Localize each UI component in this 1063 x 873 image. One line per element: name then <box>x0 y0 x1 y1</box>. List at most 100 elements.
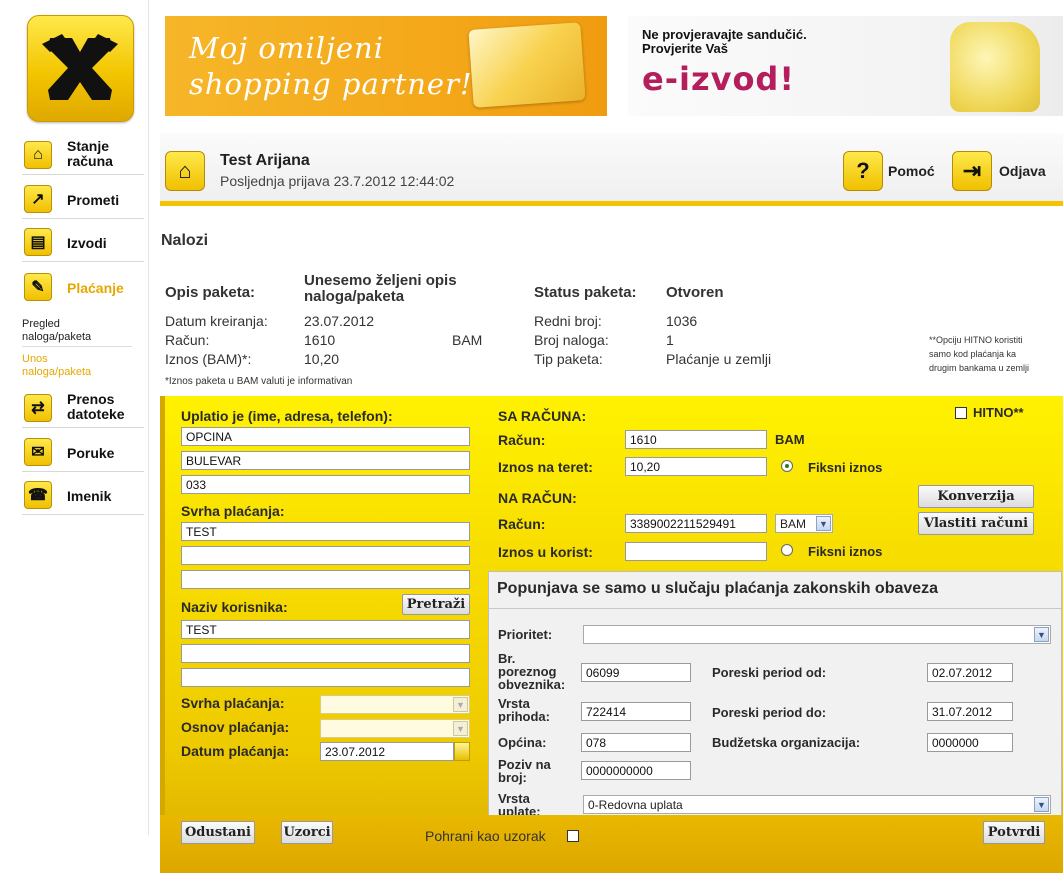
sub-line: naloga/paketa <box>22 331 92 343</box>
sidebar-label-prenos: Prenos datoteke <box>67 392 125 422</box>
pretrazi-button[interactable]: Pretraži <box>402 594 470 615</box>
osnov-label: Osnov plaćanja: <box>181 719 290 735</box>
prioritet-label: Prioritet: <box>498 627 553 642</box>
calendar-icon[interactable] <box>454 742 470 761</box>
help-link[interactable]: Pomoć <box>888 163 935 179</box>
logout-icon[interactable]: ⇥ <box>952 151 992 191</box>
eizvod-banner[interactable]: Ne provjeravajte sandučić. Provjerite Va… <box>628 16 1063 116</box>
iznos-label: Iznos (BAM)*: <box>165 351 252 367</box>
iznos-korist-input[interactable] <box>625 542 767 561</box>
opis-line: Unesemo željeni opis <box>304 272 457 289</box>
svrha-line-1[interactable]: TEST <box>181 522 470 541</box>
porezni-label: Br. poreznog obveznika: <box>498 652 565 691</box>
sidebar-label-placanje: Plaćanje <box>67 280 124 296</box>
period-od-input[interactable]: 02.07.2012 <box>927 663 1013 682</box>
form-left-border <box>160 396 165 816</box>
vrsta-uplate-select[interactable]: 0-Redovna uplata ▼ <box>583 795 1051 814</box>
opcina-input[interactable]: 078 <box>581 733 691 752</box>
hitno-note: **Opciju HITNO koristiti samo kod plaćan… <box>929 333 1029 375</box>
period-do-input[interactable]: 31.07.2012 <box>927 702 1013 721</box>
iznos-value: 10,20 <box>304 351 340 367</box>
uzorci-button[interactable]: Uzorci <box>281 821 333 844</box>
chevron-down-icon: ▼ <box>1034 797 1049 812</box>
sidebar-item-prenos[interactable]: ⇄ Prenos datoteke <box>22 390 144 428</box>
racun-na-label: Račun: <box>498 516 546 532</box>
opis-label: Opis paketa: <box>165 284 256 301</box>
sidebar-sub-unos[interactable]: Unos naloga/paketa <box>22 353 132 379</box>
sidebar-sub-pregled[interactable]: Pregled naloga/paketa <box>22 318 132 344</box>
transfer-icon: ⇄ <box>24 394 52 422</box>
home-icon[interactable]: ⌂ <box>165 151 205 191</box>
opis-line: naloga/paketa <box>304 288 405 305</box>
sidebar-divider <box>148 0 149 835</box>
sidebar-item-izvodi[interactable]: ▤ Izvodi <box>22 224 144 262</box>
poziv-input[interactable]: 0000000000 <box>581 761 691 780</box>
porezni-input[interactable]: 06099 <box>581 663 691 682</box>
home-icon: ⌂ <box>24 141 52 169</box>
document-icon: ▤ <box>24 228 52 256</box>
vrsta-prihoda-input[interactable]: 722414 <box>581 702 691 721</box>
banner-text-2: shopping partner! <box>189 67 473 101</box>
opis-value: Unesemo željeni opis naloga/paketa <box>304 273 457 305</box>
sidebar-item-stanje[interactable]: ⌂ Stanje računa <box>22 137 144 175</box>
addressbook-icon: ☎ <box>24 481 52 509</box>
banner2-text-1: Ne provjeravajte sandučić. <box>642 27 807 42</box>
sidebar-label-izvodi: Izvodi <box>67 235 107 251</box>
tip-label: Tip paketa: <box>534 351 603 367</box>
hitno-label: HITNO** <box>973 405 1024 420</box>
iznos-teret-label: Iznos na teret: <box>498 459 593 475</box>
naziv-line-1[interactable]: TEST <box>181 620 470 639</box>
sub-line: Unos <box>22 353 48 365</box>
datum-placanja-input[interactable]: 23.07.2012 <box>320 742 454 761</box>
racun-sa-input[interactable]: 1610 <box>625 430 767 449</box>
sidebar-label-stanje: Stanje računa <box>67 139 113 169</box>
pohrani-checkbox[interactable] <box>567 830 579 842</box>
svrha-line-2[interactable] <box>181 546 470 565</box>
uplatio-line-1[interactable]: OPCINA <box>181 427 470 446</box>
fiksni-iznos-radio-2[interactable] <box>781 544 793 556</box>
budzetska-input[interactable]: 0000000 <box>927 733 1013 752</box>
shopping-banner[interactable]: Moj omiljeni shopping partner! <box>165 16 607 116</box>
label-line: prihoda: <box>498 709 550 724</box>
osnov-select[interactable]: ▼ <box>320 719 470 738</box>
konverzija-button[interactable]: Konverzija <box>918 485 1034 508</box>
uplatio-line-2[interactable]: BULEVAR <box>181 451 470 470</box>
payment-icon: ✎ <box>24 273 52 301</box>
hitno-checkbox[interactable] <box>955 407 967 419</box>
chart-arrow-icon: ↗ <box>24 185 52 213</box>
naziv-line-3[interactable] <box>181 668 470 687</box>
racun-sa-label: Račun: <box>498 432 546 448</box>
fiksni-iznos-label-2: Fiksni iznos <box>808 544 883 559</box>
redni-value: 1036 <box>666 313 698 329</box>
vlastiti-racuni-button[interactable]: Vlastiti računi <box>918 512 1034 535</box>
logo-cross-icon <box>42 34 118 100</box>
potvrdi-button[interactable]: Potvrdi <box>983 821 1045 844</box>
sidebar-item-placanje[interactable]: ✎ Plaćanje <box>22 269 144 306</box>
banner2-headline: e-izvod! <box>642 60 795 98</box>
svrha-line-3[interactable] <box>181 570 470 589</box>
sidebar-label-poruke: Poruke <box>67 445 115 461</box>
uplatio-line-3[interactable]: 033 <box>181 475 470 494</box>
odustani-button[interactable]: Odustani <box>181 821 255 844</box>
help-icon[interactable]: ? <box>843 151 883 191</box>
opcina-label: Općina: <box>498 735 547 750</box>
naziv-line-2[interactable] <box>181 644 470 663</box>
fiksni-iznos-radio-1[interactable] <box>781 460 793 472</box>
sidebar-item-poruke[interactable]: ✉ Poruke <box>22 434 144 472</box>
banner-text-1: Moj omiljeni <box>189 31 384 65</box>
svrha-select-label: Svrha plaćanja: <box>181 695 285 711</box>
racun-na-input[interactable]: 3389002211529491 <box>625 514 767 533</box>
user-header: ⌂ Test Arijana Posljednja prijava 23.7.2… <box>160 133 1063 201</box>
svrha-select[interactable]: ▼ <box>320 695 470 714</box>
last-login: Posljednja prijava 23.7.2012 12:44:02 <box>220 173 455 189</box>
iznos-teret-input[interactable]: 10,20 <box>625 457 767 476</box>
sidebar-item-imenik[interactable]: ☎ Imenik <box>22 477 144 515</box>
raiffeisen-logo[interactable] <box>27 15 134 122</box>
datum-kreiranja-label: Datum kreiranja: <box>165 313 268 329</box>
prioritet-select[interactable]: ▼ <box>583 625 1051 644</box>
sidebar-item-prometi[interactable]: ↗ Prometi <box>22 181 144 219</box>
chevron-down-icon: ▼ <box>453 721 468 736</box>
vrsta-uplate-value: 0-Redovna uplata <box>588 798 683 812</box>
logout-link[interactable]: Odjava <box>999 163 1046 179</box>
currency-select[interactable]: BAM ▼ <box>775 514 833 533</box>
